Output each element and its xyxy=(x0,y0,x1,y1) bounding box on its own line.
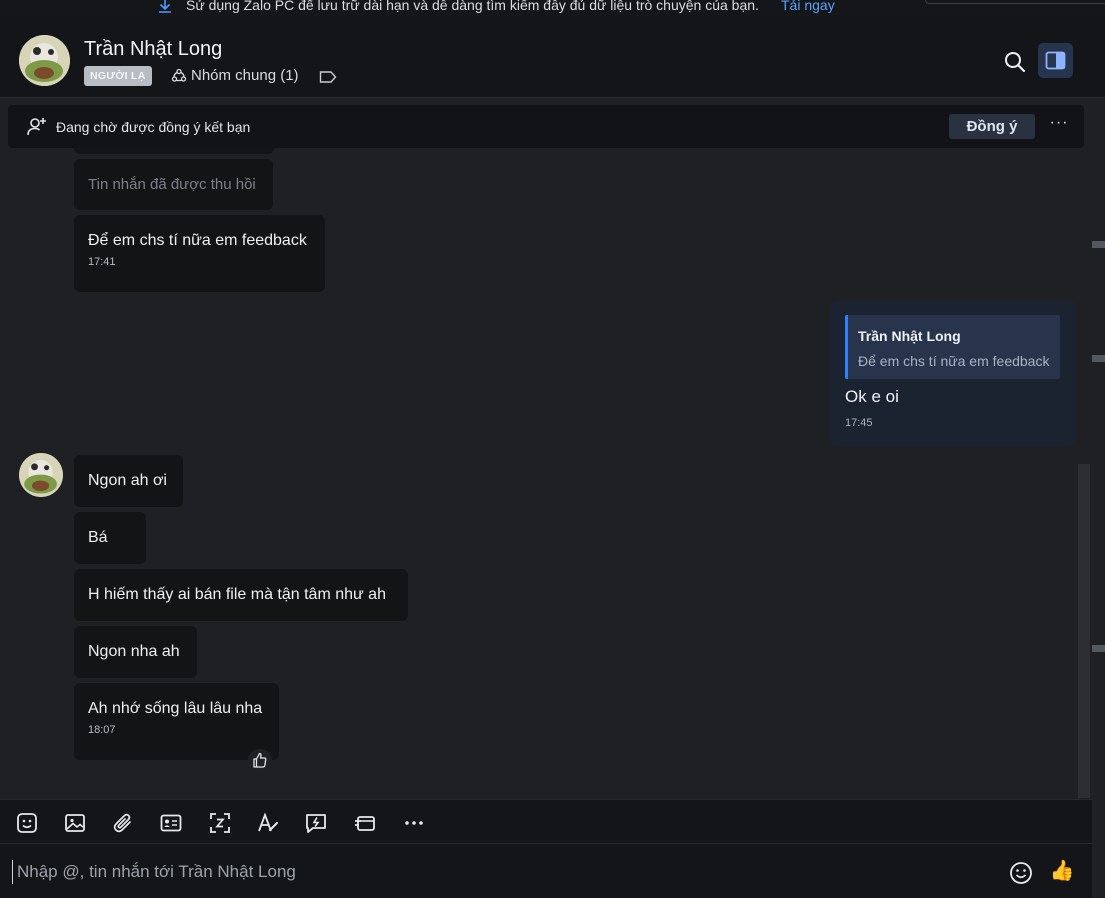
image-icon[interactable] xyxy=(63,811,87,835)
accept-button[interactable]: Đồng ý xyxy=(949,114,1035,139)
sticker-icon[interactable] xyxy=(15,811,39,835)
received-message[interactable]: Để em chs tí nữa em feedback 17:41 xyxy=(74,215,325,292)
common-groups-link[interactable]: Nhóm chung (1) xyxy=(171,67,299,84)
thumbs-up-icon xyxy=(253,752,267,768)
screenshot-icon[interactable] xyxy=(208,811,232,835)
card-icon[interactable] xyxy=(353,811,377,835)
toggle-side-panel-button[interactable] xyxy=(1038,43,1073,78)
quick-message-icon[interactable] xyxy=(304,811,328,835)
received-message[interactable]: Bá xyxy=(74,512,146,564)
contact-card-icon[interactable] xyxy=(159,811,183,835)
scroll-marker xyxy=(1092,645,1105,652)
text-format-icon[interactable] xyxy=(256,811,280,835)
group-icon xyxy=(171,68,187,82)
attachment-icon[interactable] xyxy=(111,811,135,835)
side-panel-icon xyxy=(1045,51,1066,70)
banner-corner xyxy=(925,0,1105,4)
search-icon[interactable] xyxy=(1003,50,1027,74)
common-groups-label: Nhóm chung (1) xyxy=(191,67,299,84)
received-message[interactable]: Ngon ah ơi xyxy=(74,455,183,507)
message-text: Để em chs tí nữa em feedback xyxy=(88,232,307,249)
recalled-text: Tin nhắn đã được thu hồi xyxy=(88,176,256,193)
message-time: 18:07 xyxy=(88,724,116,736)
banner-text: Sử dụng Zalo PC để lưu trữ dài hạn và dễ… xyxy=(186,0,759,13)
react-button[interactable] xyxy=(248,749,272,771)
scrollbar[interactable] xyxy=(1078,464,1090,798)
right-edge xyxy=(1092,799,1105,898)
composer: 👍 xyxy=(0,844,1092,898)
tag-icon[interactable] xyxy=(319,70,337,84)
message-time: 17:41 xyxy=(88,256,116,268)
message-text: Ngon ah ơi xyxy=(88,472,167,489)
download-now-link[interactable]: Tải ngay xyxy=(781,0,835,12)
message-text: H hiếm thấy ai bán file mà tận tâm như a… xyxy=(88,586,386,603)
more-options-button[interactable]: ··· xyxy=(1048,114,1070,136)
message-text: Ok e oi xyxy=(845,387,899,406)
download-icon xyxy=(159,0,171,13)
quote-text: Để em chs tí nữa em feedback xyxy=(858,353,1050,369)
emoji-icon[interactable] xyxy=(1008,860,1034,886)
previous-message-bubble xyxy=(74,148,274,154)
sent-message[interactable]: Trần Nhật Long Để em chs tí nữa em feedb… xyxy=(830,300,1076,446)
quoted-reply[interactable]: Trần Nhật Long Để em chs tí nữa em feedb… xyxy=(845,315,1060,379)
message-time: 17:45 xyxy=(845,417,873,429)
message-text: Bá xyxy=(88,529,108,546)
sender-avatar[interactable] xyxy=(19,453,63,497)
message-text: Ah nhớ sống lâu lâu nha xyxy=(88,700,263,717)
message-input[interactable] xyxy=(12,860,972,884)
add-friend-icon xyxy=(27,118,46,136)
recalled-message: Tin nhắn đã được thu hồi xyxy=(74,159,273,210)
quote-author: Trần Nhật Long xyxy=(858,328,961,344)
friend-request-bar: Đang chờ được đồng ý kết bạn Đồng ý ··· xyxy=(8,105,1084,148)
message-text: Ngon nha ah xyxy=(88,643,180,660)
sender-avatar-image xyxy=(19,453,63,497)
composer-toolbar xyxy=(0,799,1092,844)
scroll-marker xyxy=(1092,241,1105,248)
chat-header: Trần Nhật Long NGƯỜI LẠ Nhóm chung (1) xyxy=(0,16,1105,98)
avatar-image xyxy=(19,35,70,86)
more-icon[interactable] xyxy=(402,811,426,835)
friend-request-status: Đang chờ được đồng ý kết bạn xyxy=(56,119,251,135)
received-message[interactable]: Ngon nha ah xyxy=(74,626,197,678)
quick-like-button[interactable]: 👍 xyxy=(1049,858,1075,884)
contact-name[interactable]: Trần Nhật Long xyxy=(84,38,222,61)
scroll-marker xyxy=(1092,355,1105,362)
avatar[interactable] xyxy=(19,35,70,86)
download-banner: Sử dụng Zalo PC để lưu trữ dài hạn và dễ… xyxy=(0,0,1105,16)
received-message[interactable]: H hiếm thấy ai bán file mà tận tâm như a… xyxy=(74,569,408,621)
message-list[interactable]: Tin nhắn đã được thu hồi Để em chs tí nữ… xyxy=(0,148,1092,799)
stranger-badge: NGƯỜI LẠ xyxy=(84,66,152,86)
